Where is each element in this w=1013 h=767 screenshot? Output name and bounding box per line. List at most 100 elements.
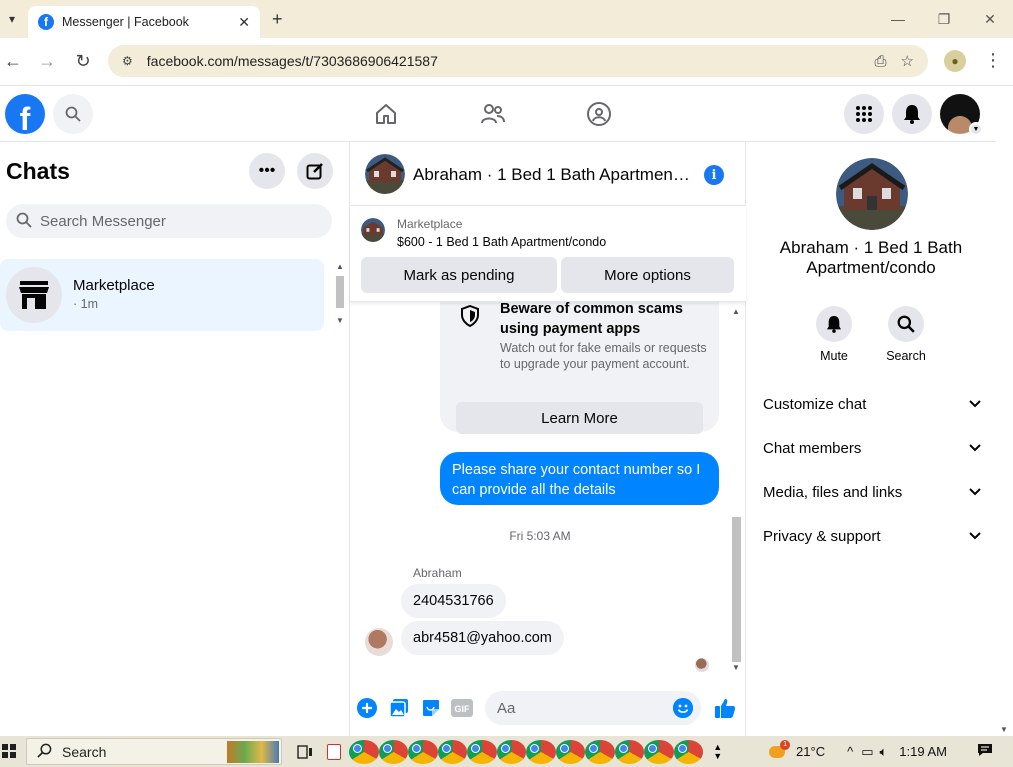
chrome-icon[interactable] [526,740,556,764]
listing-photo[interactable] [365,154,405,194]
scroll-up-icon[interactable]: ▲ [336,262,344,271]
account-chevron-icon[interactable]: ▼ [969,122,983,136]
chrome-icon[interactable] [378,740,408,764]
row-label: Customize chat [763,395,867,413]
windows-start-icon[interactable] [2,744,16,758]
scroll-up-icon[interactable]: ▲ [732,307,740,316]
app-icon[interactable] [320,740,350,764]
site-info-icon[interactable]: ⚙ [122,54,133,68]
received-message[interactable]: abr4581@yahoo.com [401,621,564,655]
menu-grid-icon[interactable] [844,94,884,134]
mute-button[interactable]: Mute [804,306,864,363]
omnibox[interactable]: ⚙ facebook.com/messages/t/73036869064215… [108,45,928,77]
tab-search-chevron-icon[interactable]: ▾ [2,8,22,30]
new-tab-icon[interactable]: + [272,9,283,30]
home-icon[interactable] [372,100,400,128]
browser-profile-icon[interactable]: ● [944,50,966,72]
browser-menu-icon[interactable]: ⋮ [984,50,1002,71]
chrome-icon[interactable] [555,740,585,764]
listing-photo-large[interactable] [836,158,908,230]
weather-temperature[interactable]: 21°C [796,744,825,759]
chats-scrollbar[interactable]: ▲ ▼ [333,260,347,330]
sticker-icon[interactable] [420,697,442,719]
privacy-support-row[interactable]: Privacy & support [763,518,981,554]
task-view-icon[interactable] [290,740,320,764]
window-close-icon[interactable]: ✕ [967,0,1013,38]
conversation-title[interactable]: Abraham · 1 Bed 1 Bath Apartment/condo [413,165,693,185]
received-message[interactable]: 2404531766 [401,584,506,618]
notification-center-icon[interactable] [977,743,993,760]
groups-icon[interactable] [585,100,613,128]
page-scrollbar[interactable]: ▼ [996,86,1013,736]
mark-as-pending-button[interactable]: Mark as pending [361,257,557,293]
account-avatar[interactable]: ▼ [940,94,983,136]
media-files-links-row[interactable]: Media, files and links [763,474,981,510]
chrome-icon[interactable] [349,740,379,764]
learn-more-button[interactable]: Learn More [456,402,703,434]
scroll-down-icon[interactable]: ▼ [1000,725,1008,734]
restore-icon[interactable]: ❐ [921,0,967,38]
chrome-icon[interactable] [614,740,644,764]
info-icon[interactable]: i [704,165,724,185]
chevron-down-icon [969,485,981,499]
minimize-icon[interactable]: — [875,0,921,38]
chrome-icon[interactable] [585,740,615,764]
like-thumbs-up-icon[interactable] [712,697,738,719]
chrome-icon[interactable] [644,740,674,764]
more-options-button[interactable]: More options [561,257,734,293]
attach-photo-icon[interactable] [388,697,410,719]
windows-taskbar: Search ▲ ▼ 1 21°C ^ ▭ 🔈︎ 1:19 AM [0,736,1013,767]
scroll-thumb[interactable] [732,517,741,662]
taskbar-search[interactable]: Search [26,738,282,765]
search-messenger-input[interactable] [40,212,320,230]
browser-tab[interactable]: f Messenger | Facebook ✕ [28,6,260,38]
more-actions-plus-icon[interactable] [356,697,378,719]
network-icon[interactable]: ▭ [861,744,873,760]
sent-message[interactable]: Please share your contact number so I ca… [440,452,719,505]
bookmark-star-icon[interactable]: ☆ [901,52,914,70]
scroll-down-icon[interactable]: ▼ [336,316,344,325]
search-conversation-button[interactable]: Search [876,306,936,363]
chat-item-marketplace[interactable]: Marketplace · 1m [0,259,324,331]
sender-avatar[interactable] [365,628,393,656]
chrome-icon[interactable] [408,740,438,764]
facebook-search-icon[interactable] [53,94,93,134]
scroll-thumb[interactable] [336,276,344,308]
listing-description[interactable]: $600 - 1 Bed 1 Bath Apartment/condo [397,235,606,249]
url-text[interactable]: facebook.com/messages/t/7303686906421587 [147,53,875,69]
volume-icon[interactable]: 🔈︎ [879,744,887,760]
message-input[interactable] [497,699,657,717]
weather-icon[interactable]: 1 [766,739,791,761]
chats-options-icon[interactable]: ••• [249,153,285,189]
tab-close-icon[interactable]: ✕ [238,14,250,31]
taskbar-overflow-chevron-icon[interactable]: ▲ ▼ [703,740,733,764]
gif-icon[interactable]: GIF [451,697,473,719]
facebook-logo-icon[interactable]: f [5,94,45,134]
search-icon[interactable] [888,306,924,342]
install-app-icon[interactable]: ⎙ [875,53,887,70]
customize-chat-row[interactable]: Customize chat [763,386,981,422]
listing-thumbnail[interactable] [361,218,385,242]
back-icon[interactable]: ← [2,51,24,72]
chrome-icon[interactable] [496,740,526,764]
reload-icon[interactable]: ↻ [72,51,94,72]
address-bar: ← → ↻ ⚙ facebook.com/messages/t/73036869… [0,38,1013,86]
emoji-icon[interactable] [673,698,693,718]
chrome-icon[interactable] [437,740,467,764]
chrome-icon[interactable] [467,740,497,764]
chat-members-row[interactable]: Chat members [763,430,981,466]
messenger-search[interactable] [6,204,332,238]
scam-warning-card: Beware of common scams using payment app… [440,302,719,434]
friends-icon[interactable] [479,100,507,128]
clock-time[interactable]: 1:19 AM [899,744,947,759]
forward-icon[interactable]: → [36,51,58,72]
message-input-box[interactable] [485,691,701,725]
notifications-bell-icon[interactable] [892,94,932,134]
scroll-down-icon[interactable]: ▼ [732,663,740,672]
chrome-icon[interactable] [673,740,703,764]
tray-chevron-up-icon[interactable]: ^ [847,744,853,759]
conversation-panel: Abraham · 1 Bed 1 Bath Apartment/condo i… [350,142,746,736]
mute-bell-icon[interactable] [816,306,852,342]
messages-scrollbar[interactable]: ▲ ▼ [729,305,743,677]
new-message-icon[interactable] [297,153,333,189]
